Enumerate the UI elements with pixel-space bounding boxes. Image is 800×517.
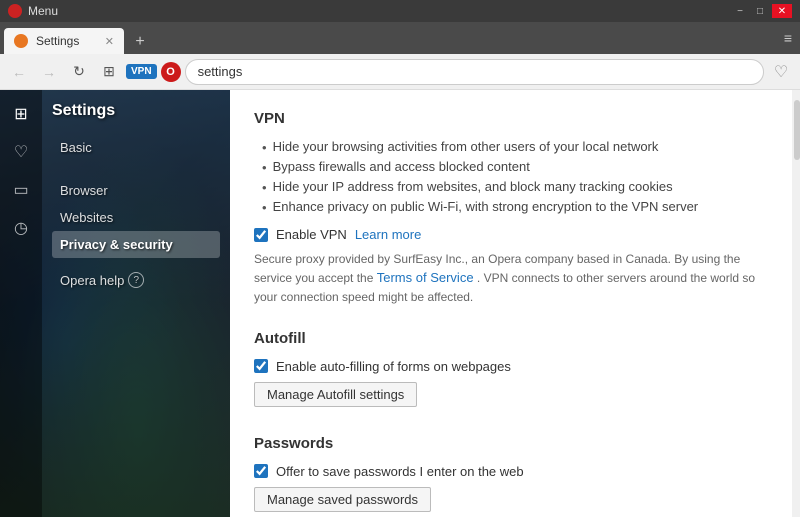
passwords-section: Passwords Offer to save passwords I ente… [254, 435, 776, 516]
sidebar-item-privacy-security[interactable]: Privacy & security [52, 231, 220, 258]
help-icon: ? [128, 272, 144, 288]
sidebar-title: Settings [52, 102, 220, 120]
views-button[interactable]: ⊞ [96, 59, 122, 85]
scrollbar-thumb[interactable] [794, 100, 800, 160]
vpn-bullet-2: • Bypass firewalls and access blocked co… [262, 159, 776, 175]
new-tab-button[interactable]: + [128, 30, 152, 54]
browser-menu-icon[interactable]: ≡ [780, 26, 796, 50]
bullet-dot-2: • [262, 160, 267, 175]
enable-vpn-row: Enable VPN Learn more [254, 227, 776, 242]
sidebar-item-browser[interactable]: Browser [52, 177, 220, 204]
vpn-badge[interactable]: VPN [126, 64, 157, 79]
content-area: VPN • Hide your browsing activities from… [230, 90, 800, 517]
enable-vpn-checkbox[interactable] [254, 228, 268, 242]
minimize-button[interactable]: − [732, 4, 748, 18]
title-bar-menu-label[interactable]: Menu [28, 4, 58, 18]
vpn-bullet-1: • Hide your browsing activities from oth… [262, 139, 776, 155]
manage-autofill-button[interactable]: Manage Autofill settings [254, 382, 417, 407]
autofill-enable-label: Enable auto-filling of forms on webpages [276, 359, 511, 374]
title-bar-left: Menu [8, 4, 58, 18]
enable-vpn-label: Enable VPN [276, 227, 347, 242]
autofill-enable-row: Enable auto-filling of forms on webpages [254, 359, 776, 374]
close-button[interactable]: ✕ [772, 4, 792, 18]
vpn-section: VPN • Hide your browsing activities from… [254, 110, 776, 306]
passwords-section-title: Passwords [254, 435, 776, 452]
offer-save-passwords-label: Offer to save passwords I enter on the w… [276, 464, 524, 479]
offer-save-passwords-row: Offer to save passwords I enter on the w… [254, 464, 776, 479]
settings-tab[interactable]: Settings ✕ [4, 28, 124, 54]
bullet-dot-3: • [262, 180, 267, 195]
opera-logo-icon [8, 4, 22, 18]
reload-button[interactable]: ↻ [66, 59, 92, 85]
terms-of-service-link[interactable]: Terms of Service [377, 270, 474, 285]
vpn-bullet-4: • Enhance privacy on public Wi-Fi, with … [262, 199, 776, 215]
monitor-icon[interactable]: ▭ [5, 174, 37, 206]
sidebar-item-opera-help[interactable]: Opera help ? [52, 266, 220, 294]
bullet-dot-4: • [262, 200, 267, 215]
vpn-bullet-3: • Hide your IP address from websites, an… [262, 179, 776, 195]
sidebar-item-websites[interactable]: Websites [52, 204, 220, 231]
settings-tab-label: Settings [36, 34, 79, 48]
vpn-learn-more-link[interactable]: Learn more [355, 227, 421, 242]
opera-button[interactable]: O [161, 62, 181, 82]
vpn-bullet-list: • Hide your browsing activities from oth… [262, 139, 776, 215]
heart-icon[interactable]: ♡ [5, 136, 37, 168]
bullet-dot-1: • [262, 140, 267, 155]
autofill-enable-checkbox[interactable] [254, 359, 268, 373]
settings-tab-icon [14, 34, 28, 48]
scrollbar-track [792, 90, 800, 517]
tab-bar-right: ≡ [780, 26, 796, 54]
vpn-info-text: Secure proxy provided by SurfEasy Inc., … [254, 250, 776, 306]
manage-saved-passwords-button[interactable]: Manage saved passwords [254, 487, 431, 512]
back-button[interactable]: ← [6, 59, 32, 85]
bookmark-button[interactable]: ♡ [768, 59, 794, 85]
offer-save-passwords-checkbox[interactable] [254, 464, 268, 478]
sidebar-item-basic[interactable]: Basic [52, 134, 220, 161]
sidebar-section-label [52, 169, 220, 177]
grid-icon[interactable]: ⊞ [5, 98, 37, 130]
autofill-section-title: Autofill [254, 330, 776, 347]
title-bar-controls: − □ ✕ [732, 4, 792, 18]
forward-button[interactable]: → [36, 59, 62, 85]
clock-icon[interactable]: ◷ [5, 212, 37, 244]
sidebar-icon-strip: ⊞ ♡ ▭ ◷ [0, 90, 42, 517]
main-layout: ⊞ ♡ ▭ ◷ Settings Basic Browser Websites … [0, 90, 800, 517]
autofill-section: Autofill Enable auto-filling of forms on… [254, 330, 776, 411]
tab-close-icon[interactable]: ✕ [105, 35, 114, 48]
tab-bar: Settings ✕ + ≡ [0, 22, 800, 54]
sidebar: ⊞ ♡ ▭ ◷ Settings Basic Browser Websites … [0, 90, 230, 517]
title-bar: Menu − □ ✕ [0, 0, 800, 22]
address-bar[interactable] [185, 59, 764, 85]
sidebar-content: Settings Basic Browser Websites Privacy … [42, 90, 230, 517]
maximize-button[interactable]: □ [752, 4, 768, 18]
vpn-section-title: VPN [254, 110, 776, 127]
nav-bar: ← → ↻ ⊞ VPN O ♡ [0, 54, 800, 90]
